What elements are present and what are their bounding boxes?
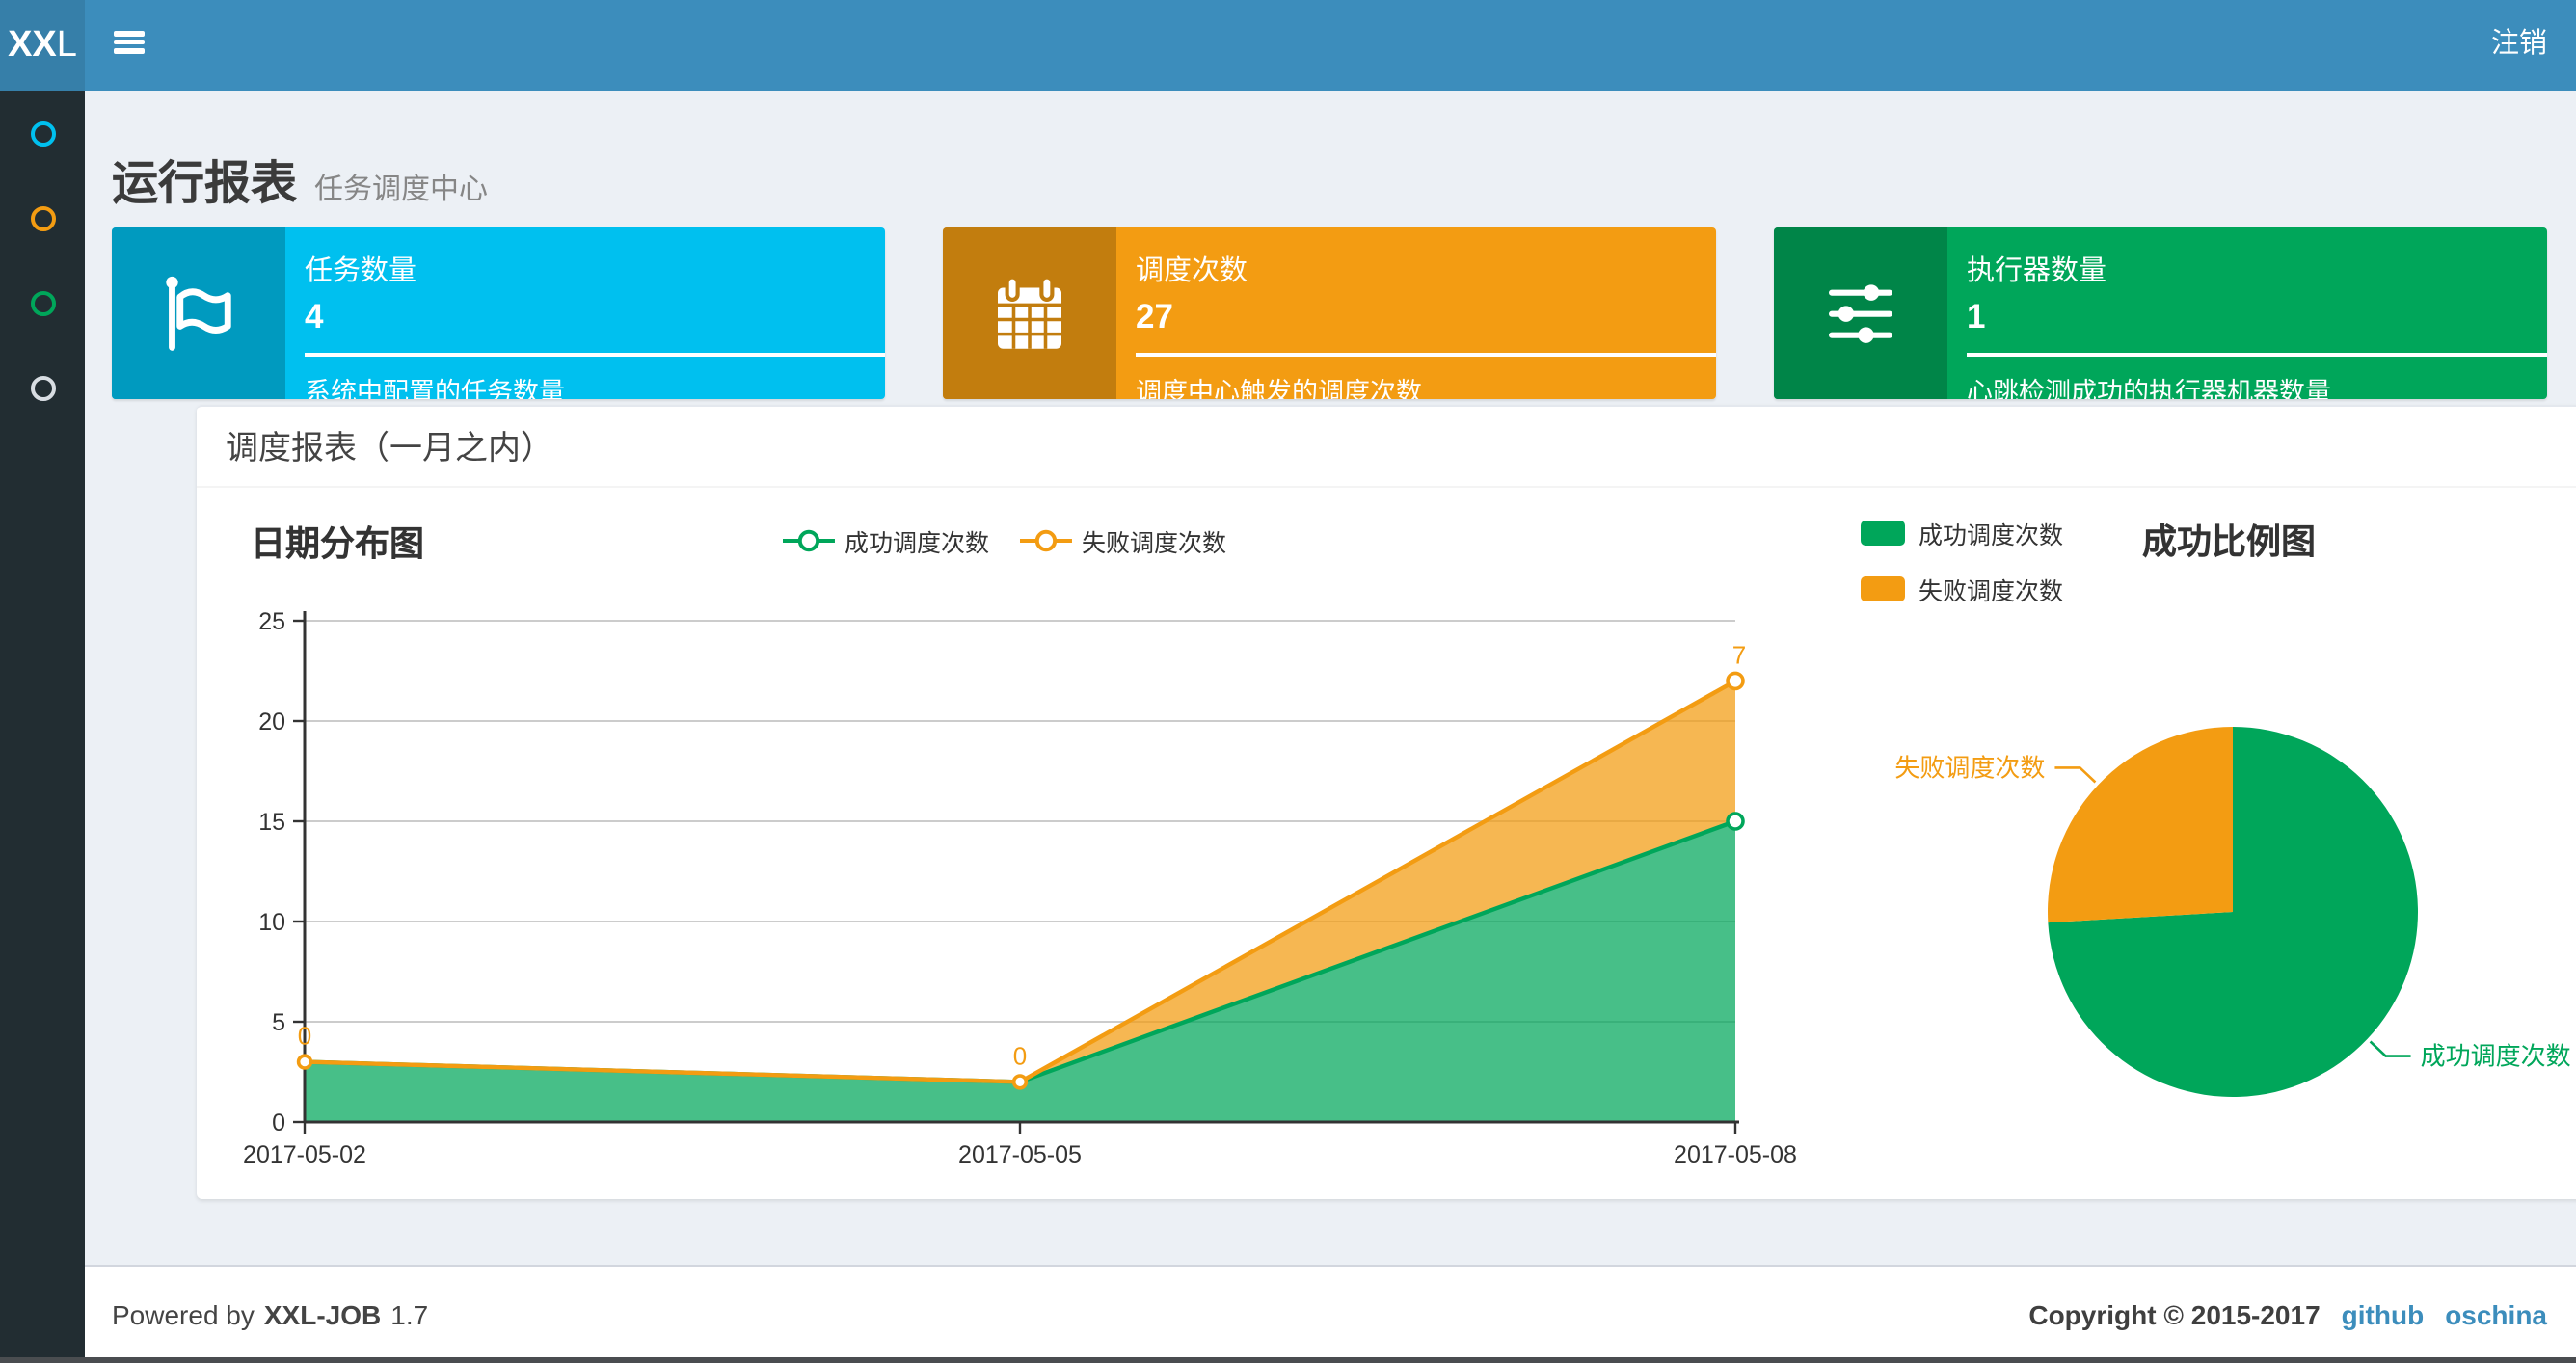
page-subtitle: 任务调度中心 bbox=[314, 174, 489, 206]
circle-icon bbox=[30, 375, 55, 400]
legend-label: 成功调度次数 bbox=[1919, 522, 2064, 549]
progress-track bbox=[1136, 353, 1716, 357]
pie-legend-swatch-icon bbox=[1861, 576, 1905, 601]
line-legend-marker-icon bbox=[782, 529, 835, 552]
logout-button[interactable]: 注销 bbox=[2491, 0, 2547, 91]
xxl-job-dashboard: XXL 注销 运行报表 任务调度中心 任务数量 4 系统中配置的任务数量 调度次… bbox=[0, 0, 2576, 1363]
svg-text:2017-05-02: 2017-05-02 bbox=[243, 1141, 366, 1168]
line-chart-title: 日期分布图 bbox=[251, 524, 424, 563]
legend-label: 成功调度次数 bbox=[844, 530, 989, 557]
legend-item[interactable]: 成功调度次数 bbox=[782, 522, 989, 559]
svg-text:0: 0 bbox=[272, 1109, 285, 1136]
progress-bar bbox=[1136, 353, 1716, 357]
svg-text:2017-05-08: 2017-05-08 bbox=[1674, 1141, 1797, 1168]
main-footer: Powered by XXL-JOB 1.7 Copyright © 2015-… bbox=[85, 1265, 2576, 1363]
sidebar-toggle-button[interactable] bbox=[114, 31, 145, 54]
info-box-value: 27 bbox=[1136, 297, 1173, 335]
info-box-row: 任务数量 4 系统中配置的任务数量 调度次数 27 调度中心触发的调度次数 执行… bbox=[85, 227, 2576, 399]
github-link[interactable]: github bbox=[2342, 1299, 2425, 1330]
svg-text:20: 20 bbox=[258, 708, 285, 735]
logo-bold-text: XX bbox=[8, 25, 57, 66]
product-version: 1.7 bbox=[390, 1299, 429, 1330]
calendar-icon bbox=[943, 227, 1116, 399]
legend-label: 失败调度次数 bbox=[1919, 578, 2064, 605]
info-box-value: 1 bbox=[1967, 297, 1986, 335]
progress-bar bbox=[305, 353, 885, 357]
info-box-label: 任务数量 bbox=[305, 256, 416, 287]
legend-item[interactable]: 失败调度次数 bbox=[1861, 571, 2063, 607]
svg-text:成功调度次数: 成功调度次数 bbox=[2421, 1042, 2571, 1071]
progress-track bbox=[305, 353, 885, 357]
hamburger-icon bbox=[114, 31, 145, 37]
sidebar-item-1[interactable] bbox=[0, 175, 85, 260]
sidebar-item-3[interactable] bbox=[0, 345, 85, 430]
info-box-triggers: 调度次数 27 调度中心触发的调度次数 bbox=[943, 227, 1716, 399]
report-panel: 调度报表（一月之内） 0 5 10 15 20 25 2017-05-02 2017-05-0… bbox=[197, 405, 2576, 1199]
svg-text:25: 25 bbox=[258, 608, 285, 635]
content-header: 运行报表 任务调度中心 bbox=[85, 91, 2576, 224]
page-title: 运行报表 bbox=[112, 158, 297, 210]
info-box-description: 调度中心触发的调度次数 bbox=[1136, 378, 1422, 399]
pie-chart-legend: 成功调度次数 失败调度次数 bbox=[1861, 515, 2063, 607]
info-box-label: 调度次数 bbox=[1136, 256, 1248, 287]
svg-text:失败调度次数: 失败调度次数 bbox=[1894, 753, 2045, 782]
svg-text:5: 5 bbox=[272, 1009, 285, 1036]
line-legend-marker-icon bbox=[1020, 529, 1072, 552]
sidebar-nav bbox=[0, 91, 85, 1363]
info-box-value: 4 bbox=[305, 297, 324, 335]
circle-icon bbox=[30, 290, 55, 315]
circle-icon bbox=[30, 120, 55, 146]
svg-text:0: 0 bbox=[298, 1022, 311, 1051]
info-box-description: 心跳检测成功的执行器机器数量 bbox=[1967, 378, 2331, 399]
info-box-executors: 执行器数量 1 心跳检测成功的执行器机器数量 bbox=[1774, 227, 2547, 399]
logo-light-text: L bbox=[56, 25, 77, 66]
screen-bottom-edge bbox=[0, 1357, 2576, 1363]
sliders-icon bbox=[1774, 227, 1947, 399]
main-content: 运行报表 任务调度中心 任务数量 4 系统中配置的任务数量 调度次数 27 调度… bbox=[85, 91, 2576, 1265]
pie-legend-swatch-icon bbox=[1861, 521, 1905, 546]
pie-chart-title: 成功比例图 bbox=[2142, 522, 2316, 561]
powered-by-text: Powered by bbox=[112, 1299, 255, 1330]
svg-text:10: 10 bbox=[258, 909, 285, 936]
info-box-jobs: 任务数量 4 系统中配置的任务数量 bbox=[112, 227, 885, 399]
legend-label: 失败调度次数 bbox=[1082, 530, 1227, 557]
svg-text:7: 7 bbox=[1732, 640, 1746, 669]
svg-text:2017-05-05: 2017-05-05 bbox=[958, 1141, 1082, 1168]
sidebar-item-0[interactable] bbox=[0, 91, 85, 175]
svg-text:0: 0 bbox=[1013, 1041, 1027, 1070]
oschina-link[interactable]: oschina bbox=[2445, 1299, 2547, 1330]
line-chart-legend: 成功调度次数 失败调度次数 bbox=[782, 522, 1226, 559]
progress-track bbox=[1967, 353, 2547, 357]
info-box-description: 系统中配置的任务数量 bbox=[305, 378, 565, 399]
svg-text:15: 15 bbox=[258, 809, 285, 836]
flag-icon bbox=[112, 227, 285, 399]
top-navbar: XXL 注销 bbox=[0, 0, 2576, 91]
info-box-label: 执行器数量 bbox=[1967, 256, 2106, 287]
legend-item[interactable]: 失败调度次数 bbox=[1020, 522, 1226, 559]
product-name: XXL-JOB bbox=[263, 1299, 382, 1330]
copyright-text: Copyright © 2015-2017 bbox=[2028, 1299, 2321, 1330]
circle-icon bbox=[30, 205, 55, 230]
sidebar-item-2[interactable] bbox=[0, 260, 85, 345]
progress-bar bbox=[1967, 353, 2547, 357]
app-logo[interactable]: XXL bbox=[0, 0, 85, 91]
legend-item[interactable]: 成功调度次数 bbox=[1861, 515, 2063, 551]
